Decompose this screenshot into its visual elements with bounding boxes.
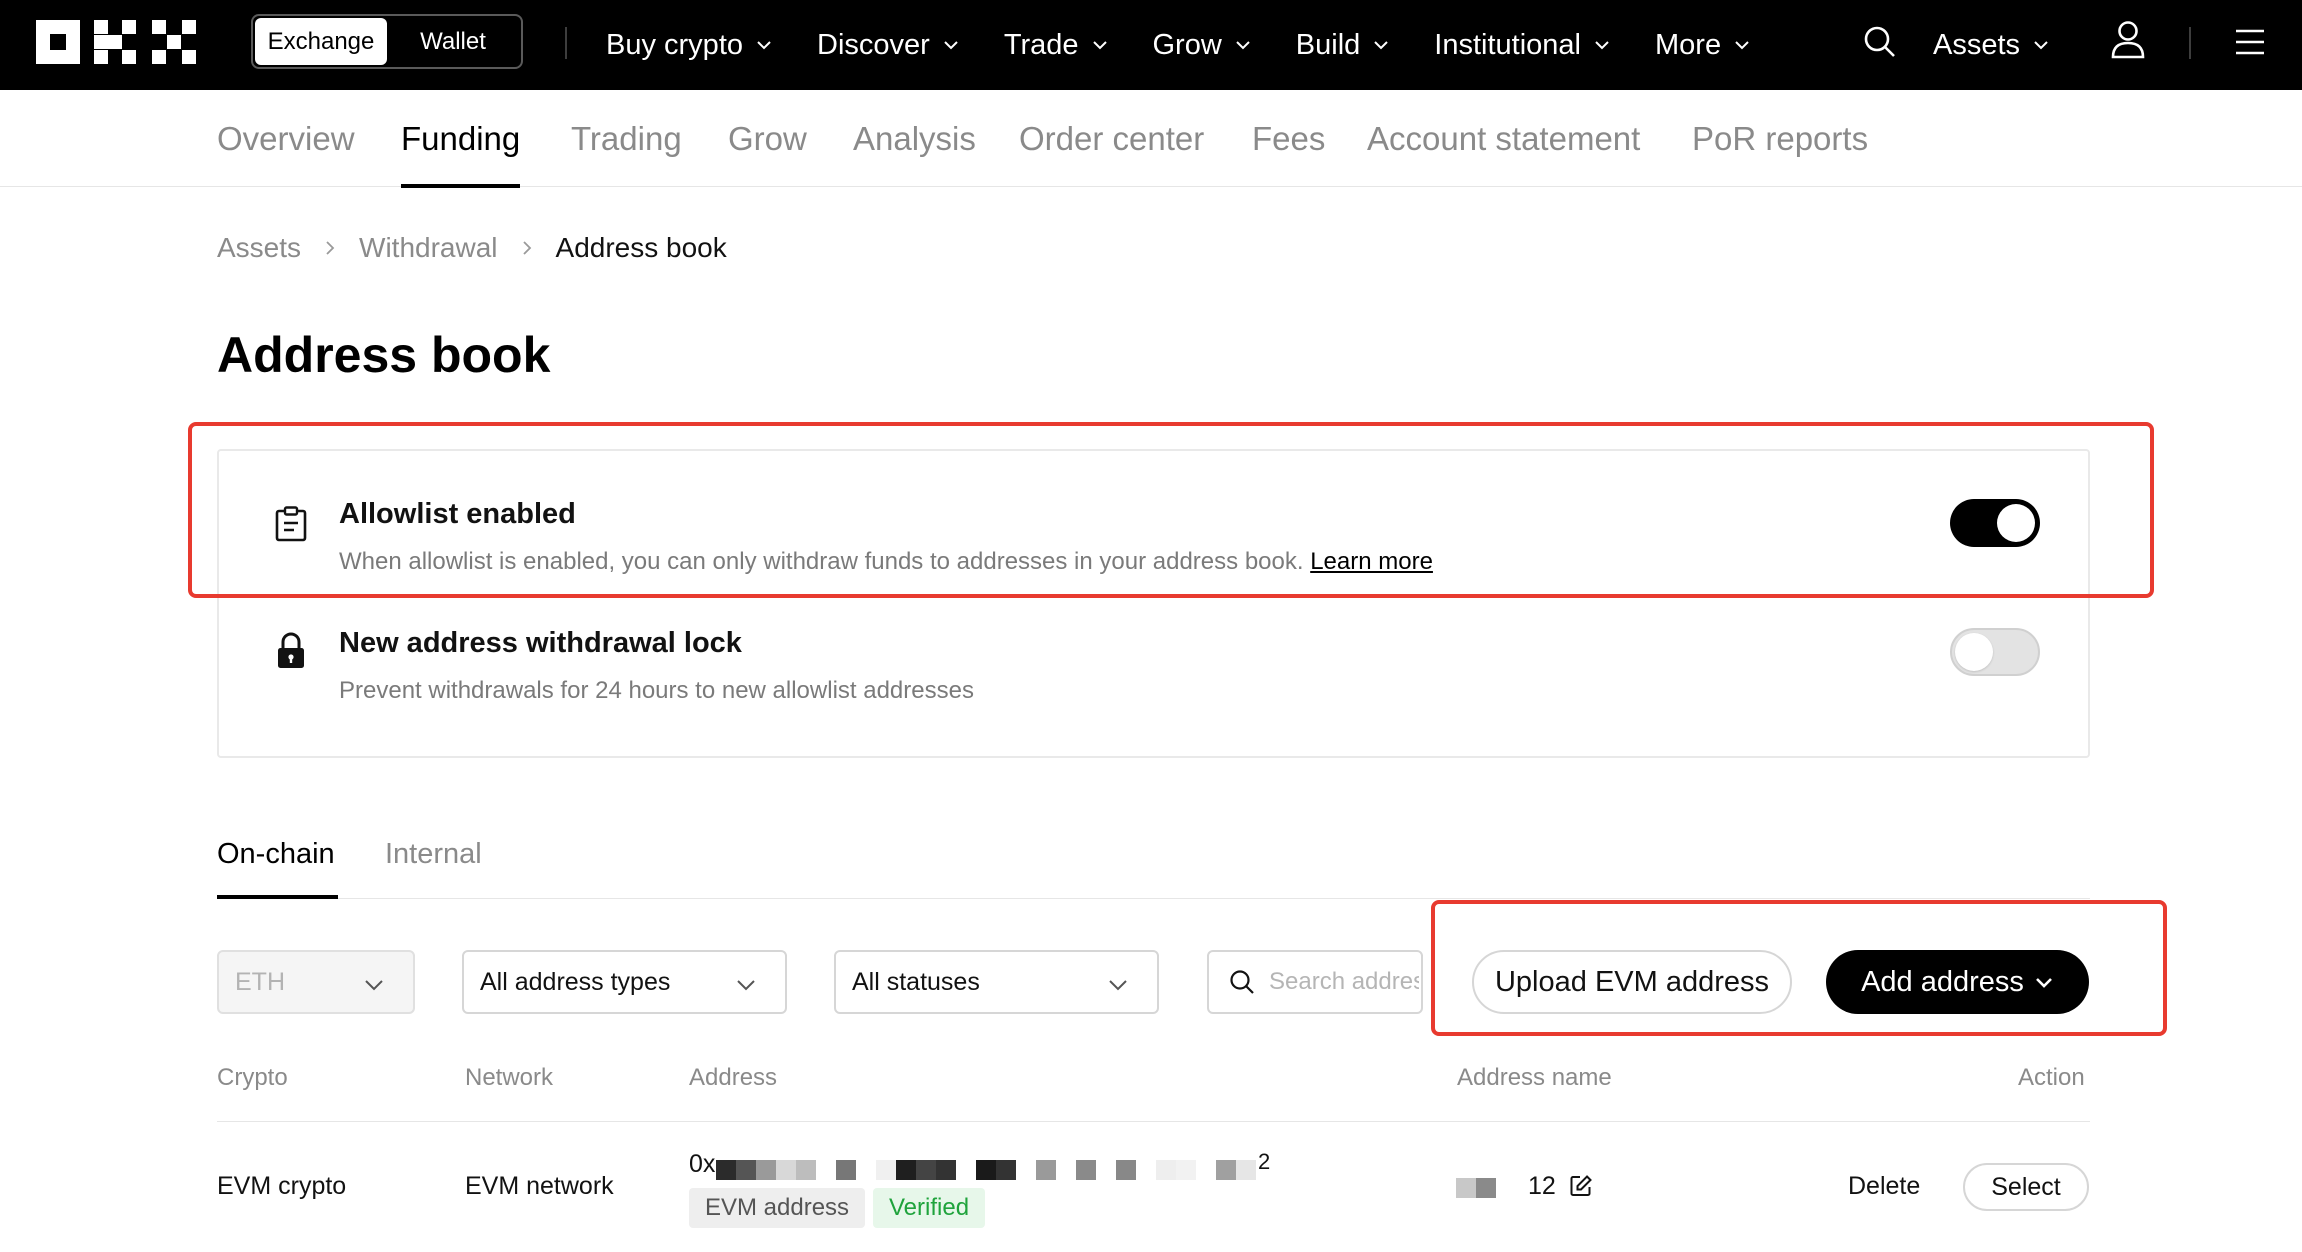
nav-divider — [2189, 27, 2191, 59]
column-header-action: Action — [2018, 1064, 2085, 1091]
active-tab-indicator — [217, 895, 338, 899]
tab-internal[interactable]: Internal — [385, 838, 482, 871]
toggle-knob — [1997, 504, 2035, 542]
withdrawal-settings-card — [217, 449, 2090, 758]
chevron-down-icon — [2035, 978, 2052, 988]
allowlist-toggle[interactable] — [1950, 499, 2040, 547]
allowlist-description: When allowlist is enabled, you can only … — [339, 548, 1433, 576]
crypto-select[interactable]: ETH — [217, 950, 415, 1014]
search-icon — [1230, 970, 1254, 994]
clipboard-icon — [275, 506, 307, 542]
tabs-divider — [217, 898, 2090, 899]
toggle-knob — [1955, 633, 1993, 671]
nav-grow[interactable]: Grow — [1153, 29, 1252, 62]
nav-trade[interactable]: Trade — [1004, 29, 1109, 62]
chevron-right-icon — [522, 241, 531, 255]
search-icon[interactable] — [1863, 25, 1897, 59]
learn-more-link[interactable]: Learn more — [1310, 548, 1433, 575]
tab-grow[interactable]: Grow — [728, 90, 807, 187]
add-address-button[interactable]: Add address — [1826, 950, 2089, 1014]
nav-more[interactable]: More — [1655, 29, 1751, 62]
redacted-address — [716, 1160, 1256, 1180]
tab-por-reports[interactable]: PoR reports — [1692, 90, 1868, 187]
withdrawal-lock-title: New address withdrawal lock — [339, 627, 742, 659]
nav-buy-crypto[interactable]: Buy crypto — [606, 29, 773, 62]
breadcrumb-assets[interactable]: Assets — [217, 232, 301, 264]
evm-address-tag: EVM address — [689, 1188, 866, 1228]
chevron-down-icon — [1374, 41, 1389, 50]
chevron-right-icon — [326, 241, 335, 255]
nav-divider — [565, 27, 567, 59]
tab-on-chain[interactable]: On-chain — [217, 838, 335, 871]
nav-assets[interactable]: Assets — [1933, 0, 2050, 90]
chevron-down-icon — [1595, 41, 1609, 50]
wallet-toggle-option[interactable]: Wallet — [387, 18, 519, 65]
row-crypto: EVM crypto — [217, 1172, 347, 1200]
column-header-crypto: Crypto — [217, 1064, 288, 1091]
withdrawal-lock-toggle[interactable] — [1950, 628, 2040, 676]
chevron-down-icon — [1092, 41, 1107, 50]
address-type-select-value: All address types — [480, 967, 671, 996]
breadcrumb: Assets Withdrawal Address book — [217, 232, 727, 264]
address-name-suffix: 12 — [1528, 1172, 1556, 1200]
allowlist-title: Allowlist enabled — [339, 498, 576, 530]
column-header-address: Address — [689, 1064, 778, 1091]
crypto-select-value: ETH — [235, 967, 285, 996]
status-select-value: All statuses — [852, 967, 980, 996]
address-suffix: 2 — [1258, 1149, 1271, 1174]
chevron-down-icon — [1735, 41, 1749, 50]
row-network: EVM network — [465, 1172, 614, 1200]
lock-icon — [278, 632, 304, 668]
tab-account-statement[interactable]: Account statement — [1367, 90, 1640, 187]
delete-button[interactable]: Delete — [1848, 1172, 1920, 1201]
nav-institutional[interactable]: Institutional — [1434, 29, 1611, 62]
chevron-down-icon — [2034, 41, 2048, 50]
address-prefix: 0x — [689, 1150, 716, 1178]
chevron-down-icon — [737, 980, 755, 991]
user-icon[interactable] — [2110, 20, 2146, 60]
table-header-divider — [217, 1121, 2090, 1122]
nav-discover[interactable]: Discover — [817, 29, 960, 62]
chevron-down-icon — [365, 980, 383, 991]
hamburger-menu-icon[interactable] — [2235, 28, 2265, 56]
address-search — [1207, 950, 1423, 1014]
redacted-address-name — [1456, 1178, 1496, 1198]
add-address-label: Add address — [1861, 965, 2024, 998]
tab-fees[interactable]: Fees — [1252, 90, 1325, 187]
nav-build[interactable]: Build — [1296, 29, 1391, 62]
exchange-wallet-switch: Exchange Wallet — [251, 14, 523, 69]
search-address-input[interactable] — [1269, 968, 1419, 996]
top-navigation-bar: Exchange Wallet Buy crypto Discover Trad… — [0, 0, 2302, 90]
chevron-down-icon — [944, 41, 958, 50]
assets-subnav: Overview Funding Trading Grow Analysis O… — [0, 90, 2302, 188]
withdrawal-lock-description: Prevent withdrawals for 24 hours to new … — [339, 677, 974, 704]
upload-evm-address-button[interactable]: Upload EVM address — [1472, 950, 1792, 1014]
allowlist-description-text: When allowlist is enabled, you can only … — [339, 548, 1304, 575]
column-header-address-name: Address name — [1457, 1064, 1612, 1091]
exchange-toggle-option[interactable]: Exchange — [255, 18, 387, 65]
edit-icon[interactable] — [1569, 1174, 1593, 1198]
tab-analysis[interactable]: Analysis — [853, 90, 976, 187]
chevron-down-icon — [1109, 980, 1127, 991]
select-address-button[interactable]: Select — [1963, 1163, 2089, 1211]
column-header-network: Network — [465, 1064, 554, 1091]
status-select[interactable]: All statuses — [834, 950, 1159, 1014]
tab-trading[interactable]: Trading — [571, 90, 682, 187]
chevron-down-icon — [1236, 41, 1250, 50]
nav-assets-label: Assets — [1933, 28, 2021, 61]
okx-logo[interactable] — [36, 20, 196, 64]
verified-badge: Verified — [873, 1188, 986, 1228]
chevron-down-icon — [757, 41, 771, 50]
breadcrumb-withdrawal[interactable]: Withdrawal — [359, 232, 497, 264]
tab-overview[interactable]: Overview — [217, 90, 355, 187]
main-menu: Buy crypto Discover Trade Grow Build Ins… — [606, 0, 1795, 90]
address-type-select[interactable]: All address types — [462, 950, 787, 1014]
page-title: Address book — [217, 327, 551, 383]
tab-funding[interactable]: Funding — [401, 90, 521, 188]
breadcrumb-address-book: Address book — [555, 232, 727, 263]
tab-order-center[interactable]: Order center — [1019, 90, 1204, 187]
